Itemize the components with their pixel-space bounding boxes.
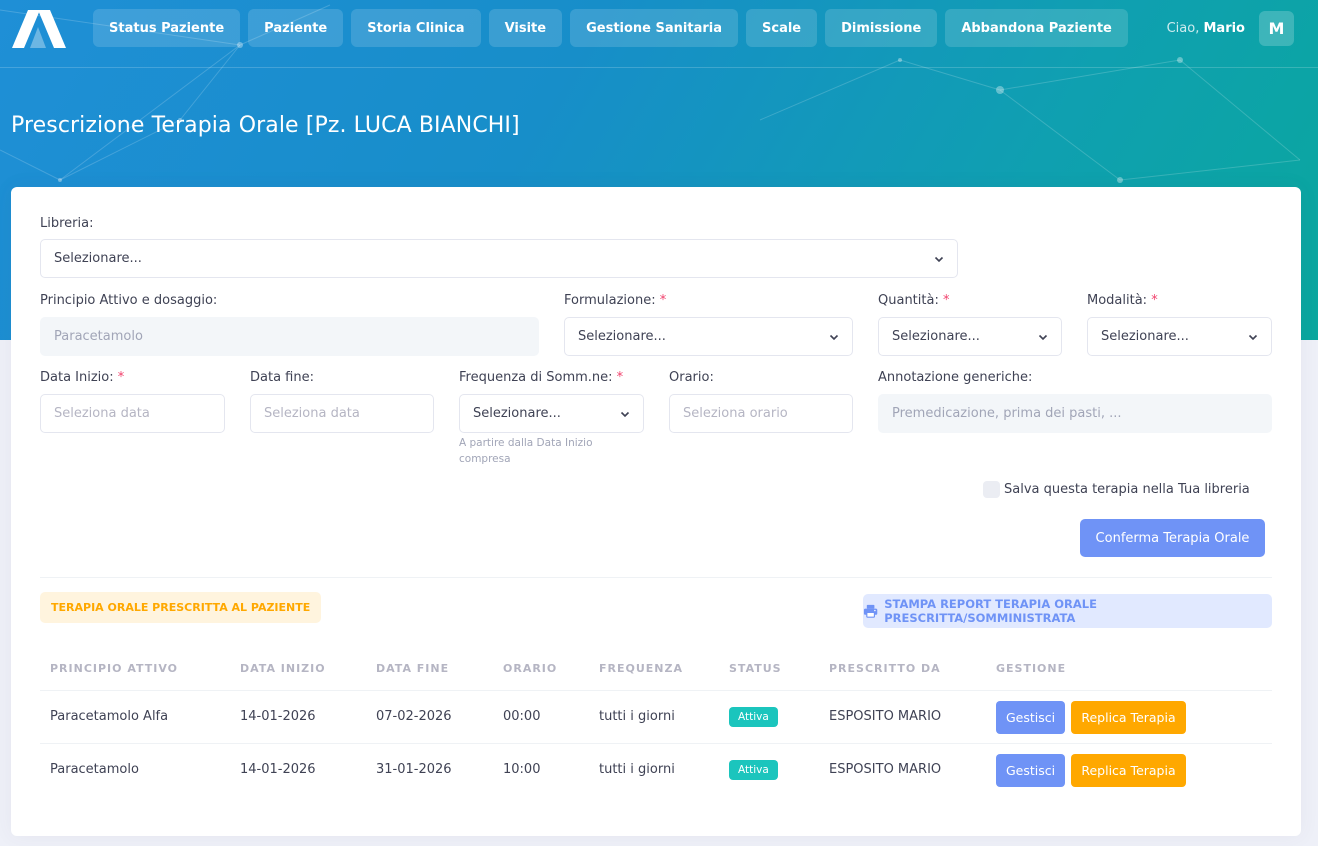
chevron-down-icon	[1248, 334, 1258, 340]
col-header-data-fine: DATA FINE	[376, 662, 450, 675]
orario-input[interactable]: Seleziona orario	[669, 394, 853, 433]
col-header-prescritto: PRESCRITTO DA	[829, 662, 941, 675]
nav-storia-clinica[interactable]: Storia Clinica	[351, 9, 481, 47]
nav-paziente[interactable]: Paziente	[248, 9, 344, 47]
cell-orario: 00:00	[503, 709, 541, 724]
cell-data-inizio: 14-01-2026	[240, 762, 316, 777]
printer-icon	[863, 604, 878, 618]
frequenza-select[interactable]: Selezionare...	[459, 394, 644, 433]
col-header-orario: ORARIO	[503, 662, 558, 675]
cell-principio: Paracetamolo Alfa	[50, 709, 169, 724]
col-header-status: STATUS	[729, 662, 782, 675]
chevron-down-icon	[829, 334, 839, 340]
nav-gestione-sanitaria[interactable]: Gestione Sanitaria	[570, 9, 738, 47]
principio-label: Principio Attivo e dosaggio:	[40, 293, 218, 308]
col-header-frequenza: FREQUENZA	[599, 662, 683, 675]
status-badge: Attiva	[729, 707, 778, 727]
data-fine-placeholder: Seleziona data	[264, 406, 360, 421]
col-header-gestione: GESTIONE	[996, 662, 1067, 675]
replicate-therapy-button[interactable]: Replica Terapia	[1071, 701, 1186, 734]
formulazione-select-value: Selezionare...	[578, 329, 666, 344]
save-library-label: Salva questa terapia nella Tua libreria	[1004, 482, 1250, 497]
cell-frequenza: tutti i giorni	[599, 709, 675, 724]
prescribed-badge: TERAPIA ORALE PRESCRITTA AL PAZIENTE	[40, 592, 322, 623]
nav-scale[interactable]: Scale	[746, 9, 818, 47]
table-row: Paracetamolo Alfa 14-01-2026 07-02-2026 …	[40, 690, 1272, 743]
manage-button[interactable]: Gestisci	[996, 754, 1065, 787]
chevron-down-icon	[1038, 334, 1048, 340]
user-greeting: Ciao, Mario	[1166, 21, 1245, 36]
main-nav: Status Paziente Paziente Storia Clinica …	[93, 9, 1128, 47]
nav-visite[interactable]: Visite	[488, 9, 563, 47]
orario-label: Orario:	[669, 370, 714, 385]
principio-input-placeholder: Paracetamolo	[54, 329, 143, 344]
print-report-label: STAMPA REPORT TERAPIA ORALE PRESCRITTA/S…	[884, 597, 1097, 625]
principio-input[interactable]: Paracetamolo	[40, 317, 539, 356]
data-inizio-label: Data Inizio: *	[40, 370, 125, 385]
manage-button[interactable]: Gestisci	[996, 701, 1065, 734]
chevron-down-icon	[934, 256, 944, 262]
data-inizio-input[interactable]: Seleziona data	[40, 394, 225, 433]
col-header-principio: PRINCIPIO ATTIVO	[50, 662, 179, 675]
nav-abbandona-paziente[interactable]: Abbandona Paziente	[945, 9, 1128, 47]
user-name: Mario	[1203, 21, 1245, 36]
annotazione-placeholder: Premedicazione, prima dei pasti, ...	[892, 406, 1122, 421]
cell-data-fine: 07-02-2026	[376, 709, 452, 724]
nav-dimissione[interactable]: Dimissione	[825, 9, 938, 47]
quantita-label: Quantità: *	[878, 293, 950, 308]
top-navbar: Status Paziente Paziente Storia Clinica …	[0, 0, 1318, 68]
libreria-label: Libreria:	[40, 216, 94, 231]
annotazione-label: Annotazione generiche:	[878, 370, 1033, 385]
data-fine-label: Data fine:	[250, 370, 314, 385]
modalita-label: Modalità: *	[1087, 293, 1158, 308]
cell-frequenza: tutti i giorni	[599, 762, 675, 777]
annotazione-input[interactable]: Premedicazione, prima dei pasti, ...	[878, 394, 1272, 433]
quantita-select-value: Selezionare...	[892, 329, 980, 344]
save-library-checkbox[interactable]	[983, 481, 1000, 498]
status-badge: Attiva	[729, 760, 778, 780]
cell-principio: Paracetamolo	[50, 762, 139, 777]
frequenza-hint: A partire dalla Data Inizio compresa	[459, 437, 593, 465]
chevron-down-icon	[620, 411, 630, 417]
libreria-select-value: Selezionare...	[54, 251, 142, 266]
cell-data-inizio: 14-01-2026	[240, 709, 316, 724]
avatar[interactable]: M	[1259, 11, 1294, 46]
prescription-card: Libreria: Selezionare... Principio Attiv…	[11, 187, 1301, 836]
quantita-select[interactable]: Selezionare...	[878, 317, 1062, 356]
modalita-select[interactable]: Selezionare...	[1087, 317, 1272, 356]
libreria-select[interactable]: Selezionare...	[40, 239, 958, 278]
modalita-select-value: Selezionare...	[1101, 329, 1189, 344]
table-row: Paracetamolo 14-01-2026 31-01-2026 10:00…	[40, 743, 1272, 796]
cell-data-fine: 31-01-2026	[376, 762, 452, 777]
save-library-row[interactable]: Salva questa terapia nella Tua libreria	[983, 481, 1250, 498]
formulazione-label: Formulazione: *	[564, 293, 667, 308]
user-menu[interactable]: Ciao, Mario M	[1167, 11, 1294, 46]
section-divider	[40, 577, 1272, 578]
formulazione-select[interactable]: Selezionare...	[564, 317, 853, 356]
col-header-data-inizio: DATA INIZIO	[240, 662, 326, 675]
nav-status-paziente[interactable]: Status Paziente	[93, 9, 241, 47]
cell-orario: 10:00	[503, 762, 541, 777]
cell-prescritto: ESPOSITO MARIO	[829, 762, 942, 777]
replicate-therapy-button[interactable]: Replica Terapia	[1071, 754, 1186, 787]
app-logo-icon[interactable]	[10, 9, 68, 49]
confirm-therapy-button[interactable]: Conferma Terapia Orale	[1080, 519, 1265, 557]
cell-prescritto: ESPOSITO MARIO	[829, 709, 942, 724]
page-title: Prescrizione Terapia Orale [Pz. LUCA BIA…	[11, 113, 520, 138]
print-report-button[interactable]: STAMPA REPORT TERAPIA ORALE PRESCRITTA/S…	[863, 594, 1272, 628]
data-fine-input[interactable]: Seleziona data	[250, 394, 434, 433]
frequenza-label: Frequenza di Somm.ne: *	[459, 370, 624, 385]
data-inizio-placeholder: Seleziona data	[54, 406, 150, 421]
orario-placeholder: Seleziona orario	[683, 406, 788, 421]
frequenza-select-value: Selezionare...	[473, 406, 561, 421]
